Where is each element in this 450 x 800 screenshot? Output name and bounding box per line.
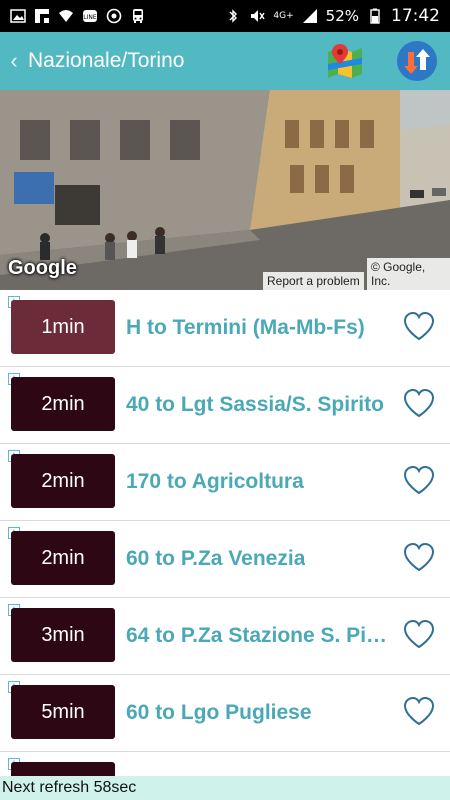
google-logo: Google bbox=[8, 257, 77, 279]
chrome-icon bbox=[106, 8, 122, 24]
route-label: 170 to Agricoltura bbox=[126, 470, 304, 493]
image-icon bbox=[10, 8, 26, 24]
arrival-time-badge bbox=[11, 762, 115, 776]
list-item[interactable]: +2min170 to Agricoltura bbox=[0, 444, 450, 521]
arrival-time-badge: 2min bbox=[11, 454, 115, 508]
arrivals-list: +1minH to Termini (Ma-Mb-Fs)+2min40 to L… bbox=[0, 290, 450, 776]
route-label-wrap[interactable]: 60 to P.Za Venezia bbox=[126, 521, 394, 597]
arrival-time-badge: 2min bbox=[11, 531, 115, 585]
back-button[interactable]: ‹ bbox=[2, 48, 26, 74]
battery-percent: 52% bbox=[325, 7, 359, 25]
favorite-heart-icon[interactable] bbox=[402, 464, 436, 498]
route-label-wrap[interactable]: 170 to Agricoltura bbox=[126, 444, 394, 520]
sort-arrows-icon bbox=[397, 41, 437, 81]
wifi-icon bbox=[58, 8, 74, 24]
copyright-label: © Google, Inc. bbox=[367, 258, 450, 290]
arrival-time-badge: 1min bbox=[11, 300, 115, 354]
svg-text:LINE: LINE bbox=[83, 14, 97, 21]
favorite-heart-icon[interactable] bbox=[402, 310, 436, 344]
signal-icon bbox=[302, 8, 318, 24]
arrival-time-badge: 5min bbox=[11, 685, 115, 739]
sort-button[interactable] bbox=[396, 40, 438, 82]
clock: 17:42 bbox=[391, 6, 440, 26]
page-title: Nazionale/Torino bbox=[28, 49, 185, 72]
route-label-wrap[interactable]: 60 to Lgo Pugliese bbox=[126, 675, 394, 751]
favorite-heart-icon[interactable] bbox=[402, 387, 436, 421]
route-label: 64 to P.Za Stazione S. Pietro bbox=[126, 624, 394, 647]
refresh-footer: Next refresh 58sec bbox=[0, 776, 450, 800]
route-label-wrap[interactable]: H to Termini (Ma-Mb-Fs) bbox=[126, 290, 394, 366]
list-item[interactable]: +1minH to Termini (Ma-Mb-Fs) bbox=[0, 290, 450, 367]
arrival-time-badge: 2min bbox=[11, 377, 115, 431]
bus-icon bbox=[130, 8, 146, 24]
list-item[interactable]: +3min64 to P.Za Stazione S. Pietro bbox=[0, 598, 450, 675]
list-item[interactable]: + bbox=[0, 752, 450, 776]
favorite-heart-icon[interactable] bbox=[402, 541, 436, 575]
list-item[interactable]: +2min60 to P.Za Venezia bbox=[0, 521, 450, 598]
line-app-icon: LINE bbox=[82, 8, 98, 24]
map-button[interactable] bbox=[324, 40, 366, 82]
arrival-time-badge: 3min bbox=[11, 608, 115, 662]
route-label: 60 to Lgo Pugliese bbox=[126, 701, 312, 724]
flipboard-icon bbox=[34, 8, 50, 24]
route-label-wrap[interactable]: 64 to P.Za Stazione S. Pietro bbox=[126, 598, 394, 674]
route-label: 60 to P.Za Venezia bbox=[126, 547, 306, 570]
street-view-image[interactable]: Google Report a problem © Google, Inc. bbox=[0, 90, 450, 290]
network-type: 4G+ bbox=[273, 11, 294, 21]
favorite-heart-icon[interactable] bbox=[402, 695, 436, 729]
favorite-heart-icon[interactable] bbox=[402, 618, 436, 652]
map-icon bbox=[328, 44, 362, 78]
route-label: 40 to Lgt Sassia/S. Spirito bbox=[126, 393, 384, 416]
list-item[interactable]: +2min40 to Lgt Sassia/S. Spirito bbox=[0, 367, 450, 444]
route-label-wrap[interactable]: 40 to Lgt Sassia/S. Spirito bbox=[126, 367, 394, 443]
route-label: H to Termini (Ma-Mb-Fs) bbox=[126, 316, 365, 339]
status-bar: LINE 4G+ 52% 17:42 bbox=[0, 0, 450, 32]
list-item[interactable]: +5min60 to Lgo Pugliese bbox=[0, 675, 450, 752]
report-problem-link[interactable]: Report a problem bbox=[263, 272, 364, 290]
route-label-wrap[interactable] bbox=[126, 752, 394, 776]
battery-icon bbox=[367, 8, 383, 24]
bluetooth-icon bbox=[225, 8, 241, 24]
app-bar: ‹ Nazionale/Torino bbox=[0, 32, 450, 90]
mute-icon bbox=[249, 8, 265, 24]
refresh-countdown: Next refresh 58sec bbox=[2, 779, 137, 796]
